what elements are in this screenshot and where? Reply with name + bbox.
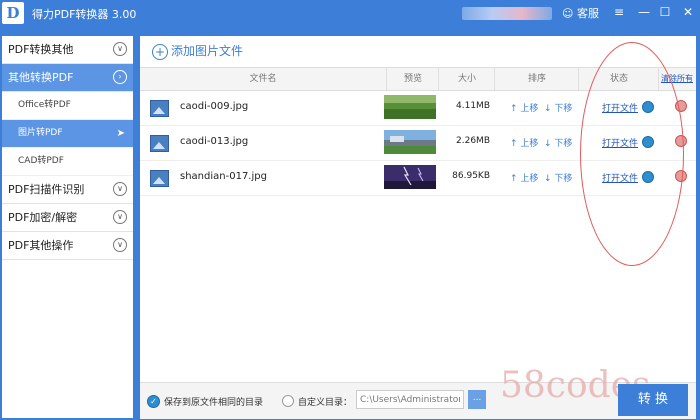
sidebar-item-scan-ocr[interactable]: PDF扫描件识别 ∨ (2, 176, 133, 204)
column-header-preview: 预览 (386, 68, 439, 90)
custom-dir-radio[interactable] (282, 395, 294, 407)
sidebar-item-label: PDF扫描件识别 (8, 183, 85, 196)
chevron-right-icon: › (113, 70, 127, 84)
headset-icon: ☺ (562, 7, 577, 20)
chevron-down-icon: ∨ (113, 238, 127, 252)
column-header-actions: 清除所有 (658, 68, 697, 90)
sidebar-item-other-ops[interactable]: PDF其他操作 ∨ (2, 232, 133, 260)
sidebar-item-label: PDF其他操作 (8, 239, 74, 252)
sidebar: PDF转换其他 ∨ 其他转换PDF › Office转PDF 图片转PDF ➤ … (2, 36, 133, 418)
move-down-label: 下移 (554, 139, 573, 149)
folder-icon[interactable] (642, 136, 654, 148)
chevron-down-icon: ∨ (113, 42, 127, 56)
delete-icon[interactable] (675, 100, 687, 112)
sidebar-item-label: PDF加密/解密 (8, 211, 78, 224)
preview-thumbnail (384, 130, 436, 154)
delete-icon[interactable] (675, 170, 687, 182)
open-file-link[interactable]: 打开文件 (602, 136, 638, 149)
service-label: 客服 (576, 7, 599, 20)
file-size: 86.95KB (452, 171, 490, 181)
file-name: shandian-017.jpg (180, 171, 267, 182)
sidebar-subitem-office-to-pdf[interactable]: Office转PDF (2, 92, 133, 120)
move-up-button[interactable]: ↑ 上移 (510, 171, 538, 184)
customer-service-button[interactable]: ☺ 客服 (562, 5, 599, 21)
convert-button[interactable]: 转 换 (618, 384, 688, 416)
footer-bar: ✓ 保存到原文件相同的目录 自定义目录： ... 58codes 转 换 (140, 365, 696, 419)
image-file-icon (150, 100, 169, 117)
chevron-down-icon: ∨ (113, 210, 127, 224)
column-header-order: 排序 (494, 68, 579, 90)
save-same-dir-label: 保存到原文件相同的目录 (164, 398, 264, 408)
move-down-button[interactable]: ↓ 下移 (544, 136, 572, 149)
sidebar-item-pdf-to-other[interactable]: PDF转换其他 ∨ (2, 36, 133, 64)
move-down-label: 下移 (554, 104, 573, 114)
move-up-button[interactable]: ↑ 上移 (510, 101, 538, 114)
preview-thumbnail (384, 165, 436, 189)
custom-dir-input[interactable] (356, 390, 464, 409)
table-row: shandian-017.jpg 86.95KB ↑ 上移 ↓ 下移 打开文件 (140, 161, 696, 196)
add-image-button[interactable]: + 添加图片文件 (140, 36, 696, 67)
column-header-size: 大小 (438, 68, 495, 90)
move-down-button[interactable]: ↓ 下移 (544, 171, 572, 184)
column-header-filename: 文件名 (249, 74, 277, 84)
move-up-button[interactable]: ↑ 上移 (510, 136, 538, 149)
open-file-link[interactable]: 打开文件 (602, 171, 638, 184)
clear-all-link[interactable]: 清除所有 (661, 68, 693, 90)
minimize-button[interactable]: — (635, 3, 653, 21)
sidebar-subitem-label: 图片转PDF (18, 128, 63, 138)
table-row: caodi-009.jpg 4.11MB ↑ 上移 ↓ 下移 打开文件 (140, 91, 696, 126)
image-file-icon (150, 170, 169, 187)
move-up-label: 上移 (520, 139, 539, 149)
sidebar-item-encrypt-decrypt[interactable]: PDF加密/解密 ∨ (2, 204, 133, 232)
maximize-button[interactable]: ☐ (656, 3, 674, 21)
delete-icon[interactable] (675, 135, 687, 147)
preview-thumbnail (384, 95, 436, 119)
open-file-link[interactable]: 打开文件 (602, 101, 638, 114)
sidebar-item-label: 其他转换PDF (8, 71, 74, 84)
active-arrow-icon: ➤ (116, 128, 125, 139)
image-file-icon (150, 135, 169, 152)
user-account-blurred[interactable] (462, 7, 552, 20)
add-image-label: 添加图片文件 (171, 44, 244, 58)
sidebar-subitem-image-to-pdf[interactable]: 图片转PDF ➤ (2, 120, 133, 148)
browse-button[interactable]: ... (468, 390, 486, 409)
menu-icon[interactable]: ≡ (610, 3, 628, 21)
main-panel: + 添加图片文件 文件名 预览 大小 排序 状态 清除所有 caodi-009.j… (140, 36, 696, 419)
move-up-label: 上移 (520, 174, 539, 184)
sidebar-subitem-cad-to-pdf[interactable]: CAD转PDF (2, 148, 133, 176)
file-name: caodi-013.jpg (180, 136, 249, 147)
save-same-dir-radio[interactable]: ✓ (147, 395, 160, 408)
column-header-status: 状态 (578, 68, 659, 90)
chevron-down-icon: ∨ (113, 182, 127, 196)
move-up-label: 上移 (520, 104, 539, 114)
folder-icon[interactable] (642, 171, 654, 183)
sidebar-subitem-label: CAD转PDF (18, 156, 64, 166)
file-size: 2.26MB (456, 136, 490, 146)
table-row: caodi-013.jpg 2.26MB ↑ 上移 ↓ 下移 打开文件 (140, 126, 696, 161)
sidebar-subitem-label: Office转PDF (18, 100, 71, 110)
folder-icon[interactable] (642, 101, 654, 113)
custom-dir-label: 自定义目录： (298, 398, 353, 408)
plus-icon: + (152, 43, 168, 60)
file-name: caodi-009.jpg (180, 101, 249, 112)
app-title: 得力PDF转换器 3.00 (32, 8, 137, 21)
sidebar-item-other-to-pdf[interactable]: 其他转换PDF › (2, 64, 133, 92)
sidebar-item-label: PDF转换其他 (8, 43, 74, 56)
move-down-label: 下移 (554, 174, 573, 184)
move-down-button[interactable]: ↓ 下移 (544, 101, 572, 114)
title-bar: D 得力PDF转换器 3.00 ☺ 客服 ≡ — ☐ ✕ (0, 0, 700, 26)
close-button[interactable]: ✕ (679, 3, 697, 21)
app-logo: D (2, 2, 24, 24)
file-size: 4.11MB (456, 101, 490, 111)
table-header: 文件名 预览 大小 排序 状态 清除所有 (140, 67, 696, 91)
